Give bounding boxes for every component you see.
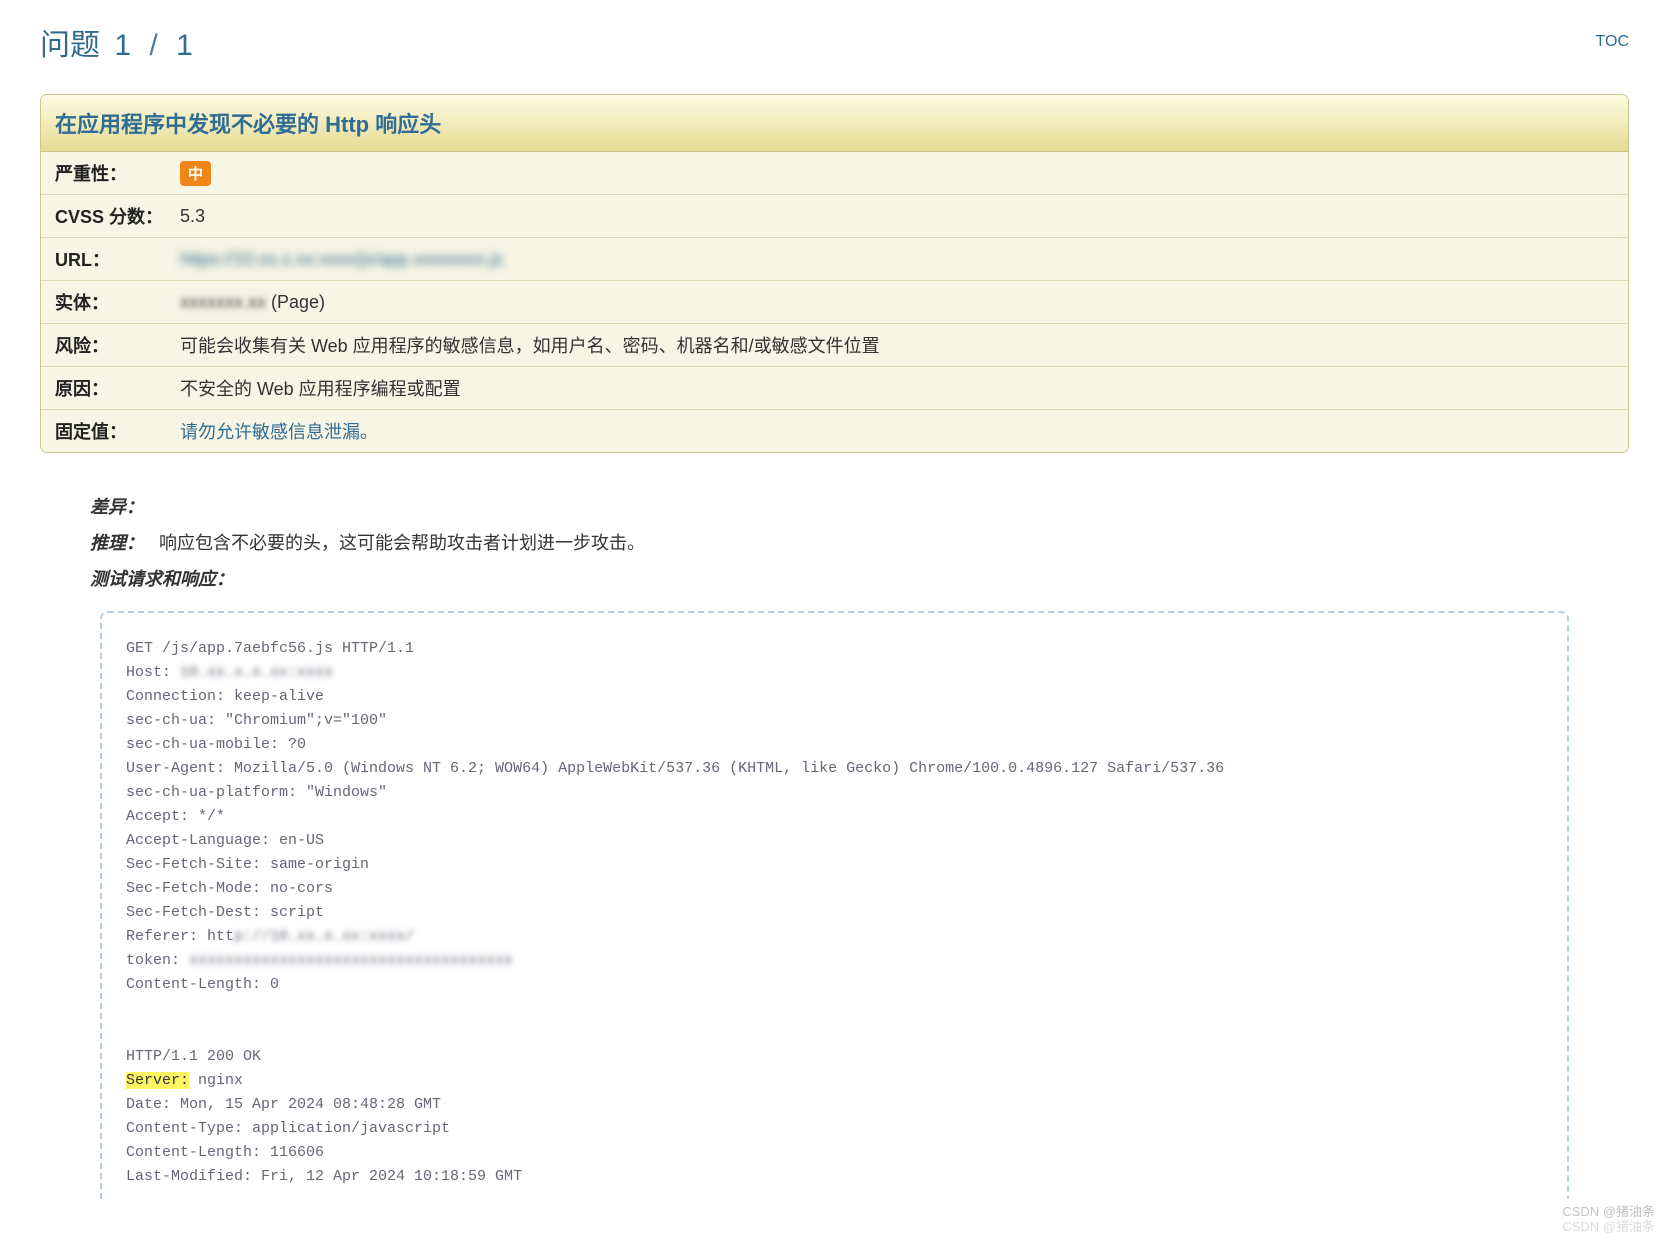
res-clen: Content-Length: 116606 bbox=[126, 1144, 324, 1161]
fix-label: 固定值： bbox=[55, 418, 180, 444]
res-ctype: Content-Type: application/javascript bbox=[126, 1120, 450, 1137]
req-acceptlang: Accept-Language: en-US bbox=[126, 832, 324, 849]
host-label: Host: bbox=[126, 664, 180, 681]
url-value: https://10.xx.x.xx:xxxx/js/app.xxxxxxxx.… bbox=[180, 249, 1614, 270]
issue-total: 1 bbox=[176, 29, 193, 62]
infer-value: 响应包含不必要的头，这可能会帮助攻击者计划进一步攻击。 bbox=[159, 533, 645, 553]
entity-label: 实体： bbox=[55, 289, 180, 315]
row-url: URL： https://10.xx.x.xx:xxxx/js/app.xxxx… bbox=[41, 238, 1628, 281]
issue-current: 1 bbox=[114, 29, 131, 62]
row-severity: 严重性： 中 bbox=[41, 152, 1628, 195]
res-lastmod: Last-Modified: Fri, 12 Apr 2024 10:18:59… bbox=[126, 1168, 522, 1185]
req-conn: Connection: keep-alive bbox=[126, 688, 324, 705]
toc-link[interactable]: TOC bbox=[1596, 33, 1629, 51]
req-accept: Accept: */* bbox=[126, 808, 225, 825]
req-line: GET /js/app.7aebfc56.js HTTP/1.1 bbox=[126, 640, 414, 657]
title-label: 问题 bbox=[40, 29, 100, 62]
diff-label: 差异： bbox=[90, 497, 144, 517]
row-risk: 风险： 可能会收集有关 Web 应用程序的敏感信息，如用户名、密码、机器名和/或… bbox=[41, 324, 1628, 367]
cause-value: 不安全的 Web 应用程序编程或配置 bbox=[180, 375, 1614, 401]
req-secplatform: sec-ch-ua-platform: "Windows" bbox=[126, 784, 387, 801]
referer-value: p://10.xx.x.xx:xxxx/ bbox=[234, 928, 414, 945]
title-slash: / bbox=[149, 29, 157, 62]
fix-value[interactable]: 请勿允许敏感信息泄漏。 bbox=[180, 418, 1614, 444]
cvss-value: 5.3 bbox=[180, 206, 1614, 227]
server-value: nginx bbox=[189, 1072, 243, 1089]
http-code-box: GET /js/app.7aebfc56.js HTTP/1.1 Host: 1… bbox=[100, 611, 1569, 1199]
host-value: 10.xx.x.x.xx:xxxx bbox=[180, 664, 333, 681]
req-secdest: Sec-Fetch-Dest: script bbox=[126, 904, 324, 921]
risk-label: 风险： bbox=[55, 332, 180, 358]
diff-line: 差异： bbox=[90, 493, 1579, 519]
severity-label: 严重性： bbox=[55, 160, 180, 186]
res-status: HTTP/1.1 200 OK bbox=[126, 1048, 261, 1065]
page-title: 问题 1 / 1 bbox=[40, 20, 199, 64]
req-cl: Content-Length: 0 bbox=[126, 976, 279, 993]
issue-title: 在应用程序中发现不必要的 Http 响应头 bbox=[41, 95, 1628, 152]
req-secuamobile: sec-ch-ua-mobile: ?0 bbox=[126, 736, 306, 753]
url-label: URL： bbox=[55, 246, 180, 272]
watermark: CSDN @猪油条 CSDN @猪油条 bbox=[1562, 1204, 1655, 1235]
entity-tail: (Page) bbox=[266, 292, 325, 312]
row-cause: 原因： 不安全的 Web 应用程序编程或配置 bbox=[41, 367, 1628, 410]
entity-value: xxxxxxx.xx (Page) bbox=[180, 292, 1614, 313]
req-secmode: Sec-Fetch-Mode: no-cors bbox=[126, 880, 333, 897]
server-header-highlight: Server: bbox=[126, 1072, 189, 1089]
reqres-heading: 测试请求和响应： bbox=[90, 565, 1579, 591]
token-value: xxxxxxxxxxxxxxxxxxxxxxxxxxxxxxxxxxxx bbox=[189, 952, 513, 969]
inference-line: 推理： 响应包含不必要的头，这可能会帮助攻击者计划进一步攻击。 bbox=[90, 529, 1579, 555]
watermark-line1: CSDN @猪油条 bbox=[1562, 1204, 1655, 1220]
severity-value: 中 bbox=[180, 161, 1614, 186]
risk-value: 可能会收集有关 Web 应用程序的敏感信息，如用户名、密码、机器名和/或敏感文件… bbox=[180, 332, 1614, 358]
req-secua: sec-ch-ua: "Chromium";v="100" bbox=[126, 712, 387, 729]
referer-label: Referer: htt bbox=[126, 928, 234, 945]
entity-blurred: xxxxxxx.xx bbox=[180, 292, 266, 312]
severity-badge: 中 bbox=[180, 161, 211, 186]
infer-label: 推理： bbox=[90, 533, 144, 553]
detail-section: 差异： 推理： 响应包含不必要的头，这可能会帮助攻击者计划进一步攻击。 测试请求… bbox=[40, 453, 1629, 1199]
req-useragent: User-Agent: Mozilla/5.0 (Windows NT 6.2;… bbox=[126, 760, 1224, 777]
cvss-label: CVSS 分数： bbox=[55, 203, 180, 229]
issue-panel: 在应用程序中发现不必要的 Http 响应头 严重性： 中 CVSS 分数： 5.… bbox=[40, 94, 1629, 453]
row-fix: 固定值： 请勿允许敏感信息泄漏。 bbox=[41, 410, 1628, 452]
token-label: token: bbox=[126, 952, 189, 969]
row-entity: 实体： xxxxxxx.xx (Page) bbox=[41, 281, 1628, 324]
reqres-label: 测试请求和响应： bbox=[90, 569, 234, 589]
cause-label: 原因： bbox=[55, 375, 180, 401]
watermark-line2: CSDN @猪油条 bbox=[1562, 1219, 1655, 1235]
res-date: Date: Mon, 15 Apr 2024 08:48:28 GMT bbox=[126, 1096, 441, 1113]
url-blurred: https://10.xx.x.xx:xxxx/js/app.xxxxxxxx.… bbox=[180, 249, 503, 269]
req-secsite: Sec-Fetch-Site: same-origin bbox=[126, 856, 369, 873]
row-cvss: CVSS 分数： 5.3 bbox=[41, 195, 1628, 238]
